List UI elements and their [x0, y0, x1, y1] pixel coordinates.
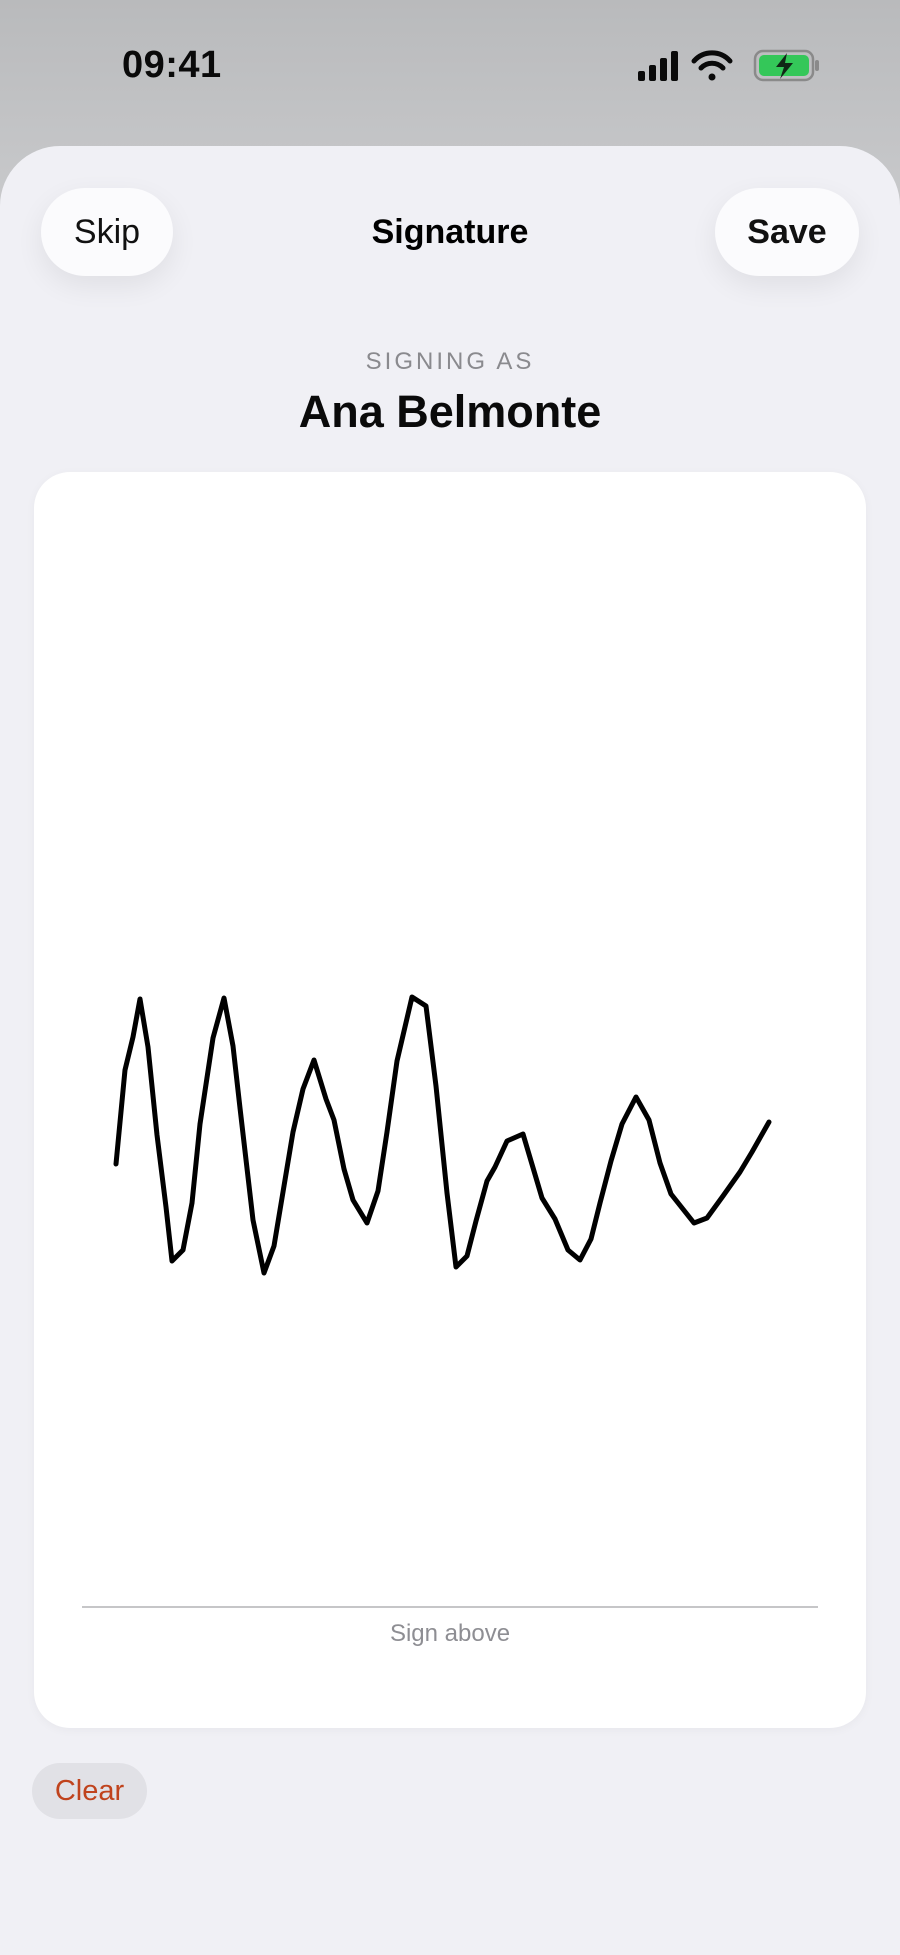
- save-button[interactable]: Save: [715, 188, 859, 276]
- status-icons: [638, 49, 819, 82]
- signer-name: Ana Belmonte: [298, 386, 602, 437]
- signature-baseline: [82, 1606, 818, 1608]
- signature-sheet: Skip Signature Save SIGNING AS Ana Belmo…: [0, 146, 900, 1955]
- signature-pad[interactable]: Sign above: [34, 472, 866, 1728]
- signature-stroke: [113, 994, 772, 1276]
- status-time: 09:41: [122, 44, 222, 86]
- cellular-signal-icon: [638, 51, 678, 81]
- skip-button[interactable]: Skip: [41, 188, 173, 276]
- signing-as-caption: SIGNING AS: [365, 348, 535, 375]
- signature-path: [113, 994, 772, 1276]
- wifi-icon: [691, 50, 733, 81]
- status-bar: 09:41: [0, 0, 900, 140]
- battery-charging-icon: [753, 49, 819, 82]
- sign-above-hint: Sign above: [389, 1620, 511, 1647]
- clear-button[interactable]: Clear: [32, 1763, 147, 1819]
